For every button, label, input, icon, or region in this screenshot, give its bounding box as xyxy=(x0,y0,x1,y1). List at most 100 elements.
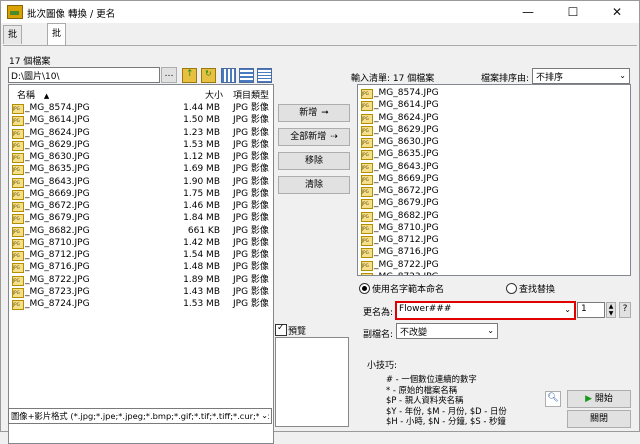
table-row[interactable]: _MG_8669.JPG 1.75 MB JPG 影像 xyxy=(9,188,273,200)
start-number-value: 1 xyxy=(581,304,587,314)
jpg-file-icon xyxy=(12,214,24,225)
start-button[interactable]: ▶ 開始 xyxy=(567,390,631,408)
file-size: 1.46 MB xyxy=(183,201,220,211)
table-row[interactable]: _MG_8629.JPG 1.53 MB JPG 影像 xyxy=(9,139,273,151)
list-item[interactable]: _MG_8723.JPG xyxy=(358,271,630,275)
list-item[interactable]: _MG_8679.JPG xyxy=(358,197,630,210)
jpg-file-icon xyxy=(361,113,373,124)
help-button[interactable]: ? xyxy=(619,302,631,318)
jpg-file-icon xyxy=(12,226,24,237)
table-row[interactable]: _MG_8624.JPG 1.23 MB JPG 影像 xyxy=(9,127,273,139)
remove-button[interactable]: 移除 xyxy=(278,152,350,170)
file-size: 1.44 MB xyxy=(183,103,220,113)
list-item[interactable]: _MG_8629.JPG xyxy=(358,124,630,136)
file-name: _MG_8716.JPG xyxy=(374,247,439,258)
title-bar[interactable]: 批次圖像 轉換 / 更名 — ☐ ✕ xyxy=(1,1,639,23)
source-file-list[interactable]: 名稱 ▲ 大小 項目類型 _MG_8574.JPG1.44 MBJPG 影像_M… xyxy=(8,84,274,444)
view-large-icons-icon[interactable] xyxy=(221,68,236,83)
maximize-button[interactable]: ☐ xyxy=(551,1,595,23)
sort-value: 不排序 xyxy=(536,73,564,83)
table-row[interactable]: _MG_8722.JPG 1.89 MB JPG 影像 xyxy=(9,274,273,286)
column-type-header[interactable]: 項目類型 xyxy=(233,88,269,101)
table-row[interactable]: _MG_8724.JPG 1.53 MB JPG 影像 xyxy=(9,298,273,310)
minimize-button[interactable]: — xyxy=(506,1,550,23)
browse-button[interactable]: … xyxy=(161,67,177,83)
jpg-file-icon xyxy=(361,150,373,161)
jpg-file-icon xyxy=(12,251,24,261)
folder-refresh-icon[interactable]: ↻ xyxy=(201,68,216,83)
file-name: _MG_8723.JPG xyxy=(374,271,439,275)
rename-template-input[interactable]: Flower### ⌄ xyxy=(395,301,576,320)
list-item[interactable]: _MG_8574.JPG xyxy=(358,87,630,99)
extension-select[interactable]: 不改變 ⌄ xyxy=(396,323,498,339)
table-row[interactable]: _MG_8710.JPG 1.42 MB JPG 影像 xyxy=(9,237,273,249)
add-all-button[interactable]: 全部新增 ⇢ xyxy=(278,128,350,146)
table-row[interactable]: _MG_8723.JPG 1.43 MB JPG 影像 xyxy=(9,286,273,298)
table-row[interactable]: _MG_8716.JPG 1.48 MB JPG 影像 xyxy=(9,261,273,274)
file-name: _MG_8624.JPG xyxy=(25,127,90,138)
list-item[interactable]: _MG_8630.JPG xyxy=(358,136,630,148)
table-row[interactable]: _MG_8635.JPG 1.69 MB JPG 影像 xyxy=(9,163,273,176)
file-name: _MG_8624.JPG xyxy=(374,112,439,123)
preview-search-button[interactable]: 🔍︎ xyxy=(545,391,561,407)
close-button[interactable]: 關閉 xyxy=(567,410,631,428)
file-name: _MG_8710.JPG xyxy=(25,237,90,248)
file-type: JPG 影像 xyxy=(233,213,269,224)
list-item[interactable]: _MG_8722.JPG xyxy=(358,259,630,271)
list-item[interactable]: _MG_8710.JPG xyxy=(358,222,630,234)
close-window-button[interactable]: ✕ xyxy=(595,1,639,23)
file-name: _MG_8629.JPG xyxy=(374,124,439,135)
list-item[interactable]: _MG_8712.JPG xyxy=(358,234,630,246)
jpg-file-icon xyxy=(12,177,24,188)
start-number-input[interactable]: 1 xyxy=(577,302,605,318)
file-name: _MG_8682.JPG xyxy=(374,210,439,221)
sort-select[interactable]: 不排序 ⌄ xyxy=(532,68,630,84)
table-row[interactable]: _MG_8574.JPG 1.44 MB JPG 影像 xyxy=(9,102,273,114)
list-item[interactable]: _MG_8672.JPG xyxy=(358,185,630,197)
list-item[interactable]: _MG_8635.JPG xyxy=(358,148,630,161)
list-item[interactable]: _MG_8669.JPG xyxy=(358,173,630,185)
table-row[interactable]: _MG_8614.JPG 1.50 MB JPG 影像 xyxy=(9,114,273,127)
arrow-right-icon: ➞ xyxy=(321,108,329,118)
table-row[interactable]: _MG_8679.JPG 1.84 MB JPG 影像 xyxy=(9,212,273,225)
jpg-file-icon xyxy=(361,101,373,112)
list-item[interactable]: _MG_8624.JPG xyxy=(358,112,630,124)
clear-button[interactable]: 清除 xyxy=(278,176,350,194)
path-input[interactable]: D:\圖片\10\ xyxy=(8,67,160,83)
table-row[interactable]: _MG_8672.JPG 1.46 MB JPG 影像 xyxy=(9,200,273,212)
list-item[interactable]: _MG_8682.JPG xyxy=(358,210,630,222)
list-item[interactable]: _MG_8643.JPG xyxy=(358,161,630,173)
file-name: _MG_8682.JPG xyxy=(25,225,90,236)
view-details-icon[interactable] xyxy=(257,68,272,83)
list-item[interactable]: _MG_8716.JPG xyxy=(358,246,630,259)
file-name: _MG_8614.JPG xyxy=(25,115,90,126)
tab-batch-convert[interactable]: 批次轉換 xyxy=(3,25,23,94)
table-row[interactable]: _MG_8682.JPG 661 KB JPG 影像 xyxy=(9,225,273,237)
preview-checkbox[interactable]: ✓ xyxy=(275,323,287,336)
start-number-stepper[interactable]: ▲ ▼ xyxy=(606,302,616,318)
column-name-header[interactable]: 名稱 ▲ xyxy=(17,88,49,101)
tab-batch-rename[interactable]: 批次更名 xyxy=(47,23,67,102)
file-name: _MG_8723.JPG xyxy=(25,286,90,297)
arrow-right-double-icon: ⇢ xyxy=(330,132,338,142)
view-list-icon[interactable] xyxy=(239,68,254,83)
file-name: _MG_8712.JPG xyxy=(374,235,439,245)
column-size-header[interactable]: 大小 xyxy=(205,88,223,101)
list-item[interactable]: _MG_8614.JPG xyxy=(358,99,630,112)
radio-template[interactable] xyxy=(359,283,370,294)
file-name: _MG_8672.JPG xyxy=(25,201,90,211)
add-button[interactable]: 新增 ➞ xyxy=(278,104,350,122)
table-row[interactable]: _MG_8712.JPG 1.54 MB JPG 影像 xyxy=(9,249,273,261)
table-row[interactable]: _MG_8643.JPG 1.90 MB JPG 影像 xyxy=(9,176,273,188)
jpg-file-icon xyxy=(361,272,373,275)
file-type-filter[interactable]: 圖像+影片格式 (*.jpg;*.jpe;*.jpeg;*.bmp;*.gif;… xyxy=(8,408,272,424)
file-type-filter-value: 圖像+影片格式 (*.jpg;*.jpe;*.jpeg;*.bmp;*.gif;… xyxy=(11,411,270,421)
file-name: _MG_8679.JPG xyxy=(25,213,90,224)
folder-up-icon[interactable]: ↑ xyxy=(182,68,197,83)
file-type: JPG 影像 xyxy=(233,188,269,199)
input-file-list[interactable]: _MG_8574.JPG_MG_8614.JPG_MG_8624.JPG_MG_… xyxy=(357,84,631,276)
chevron-down-icon: ⌄ xyxy=(564,305,571,314)
table-row[interactable]: _MG_8630.JPG 1.12 MB JPG 影像 xyxy=(9,151,273,163)
radio-replace[interactable] xyxy=(506,283,517,294)
file-size: 1.23 MB xyxy=(183,127,220,138)
